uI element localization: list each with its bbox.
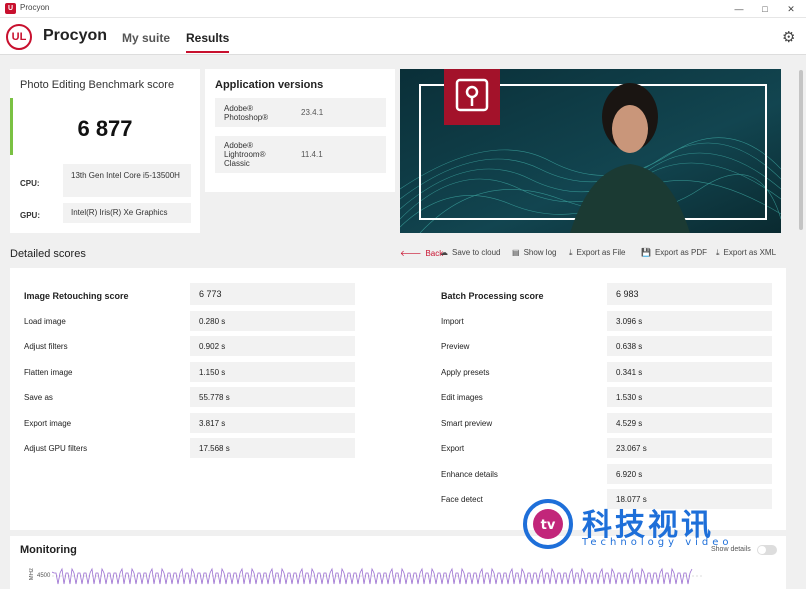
test-value: 4.529 s xyxy=(607,413,772,433)
cpu-value: 13th Gen Intel Core i5-13500H xyxy=(63,164,191,197)
test-label: Smart preview xyxy=(441,419,493,428)
minimize-button[interactable]: — xyxy=(726,1,752,17)
test-label: Adjust GPU filters xyxy=(24,444,88,453)
export-pdf-button[interactable]: 💾 Export as PDF xyxy=(641,248,707,257)
cpu-label: CPU: xyxy=(20,179,40,188)
test-label: Save as xyxy=(24,393,53,402)
svg-text:tv: tv xyxy=(541,518,556,533)
score-card-title: Photo Editing Benchmark score xyxy=(20,79,175,91)
scrollbar-thumb[interactable] xyxy=(799,70,803,230)
back-button[interactable]: 🡐 Back xyxy=(400,248,443,258)
batch-processing-label: Batch Processing score xyxy=(441,291,544,301)
download-icon: ⤓ xyxy=(569,248,573,257)
app-versions-title: Application versions xyxy=(215,79,324,91)
test-value: 1.150 s xyxy=(190,362,355,382)
test-label: Adjust filters xyxy=(24,342,68,351)
arrow-left-icon: 🡐 xyxy=(400,249,422,258)
save-icon: 💾 xyxy=(641,248,651,257)
test-label: Face detect xyxy=(441,495,483,504)
gpu-value: Intel(R) Iris(R) Xe Graphics xyxy=(63,203,191,223)
test-label: Preview xyxy=(441,342,470,351)
tab-my-suite[interactable]: My suite xyxy=(122,31,170,45)
test-label: Export xyxy=(441,444,465,453)
ul-app-icon: U xyxy=(5,3,16,14)
tab-results[interactable]: Results xyxy=(186,31,230,53)
document-icon: ▤ xyxy=(512,248,520,257)
test-label: Export image xyxy=(24,419,72,428)
test-value: 1.530 s xyxy=(607,387,772,407)
test-value: 17.568 s xyxy=(190,438,355,458)
cloud-icon: ☁ xyxy=(440,248,448,257)
app-version-row: Adobe® Lightroom® Classic 11.4.1 xyxy=(215,136,386,173)
download-icon: ⤓ xyxy=(716,248,720,257)
close-button[interactable]: ✕ xyxy=(778,1,804,17)
window-title: Procyon xyxy=(20,3,50,12)
app-name-photoshop: Adobe® Photoshop® xyxy=(224,104,269,122)
gear-icon[interactable]: ⚙ xyxy=(782,28,795,46)
app-version-lightroom: 11.4.1 xyxy=(301,150,323,159)
ul-logo: UL xyxy=(6,24,32,50)
monitoring-y-tick: 4500 xyxy=(37,573,51,579)
window-titlebar: U Procyon — □ ✕ xyxy=(0,0,806,18)
watermark-logo: tv 科技视讯 Technology video xyxy=(520,498,790,553)
monitoring-chart xyxy=(52,567,702,585)
app-version-photoshop: 23.4.1 xyxy=(301,108,324,117)
test-label: Edit images xyxy=(441,393,483,402)
test-label: Apply presets xyxy=(441,368,490,377)
test-value: 0.902 s xyxy=(190,336,355,356)
test-label: Flatten image xyxy=(24,368,73,377)
test-value: 0.341 s xyxy=(607,362,772,382)
detailed-scores-title: Detailed scores xyxy=(10,248,86,260)
test-label: Load image xyxy=(24,317,66,326)
app-version-row: Adobe® Photoshop® 23.4.1 xyxy=(215,98,386,127)
image-retouching-label: Image Retouching score xyxy=(24,291,129,301)
app-name-lightroom: Adobe® Lightroom® Classic xyxy=(224,141,266,168)
test-value: 3.096 s xyxy=(607,311,772,331)
app-name: Procyon xyxy=(43,27,108,44)
test-value: 23.067 s xyxy=(607,438,772,458)
monitoring-y-unit: MHz xyxy=(29,568,35,581)
benchmark-hero-image xyxy=(400,69,781,233)
export-file-button[interactable]: ⤓ Export as File xyxy=(569,248,625,258)
test-label: Enhance details xyxy=(441,470,498,479)
maximize-button[interactable]: □ xyxy=(752,1,778,17)
tv-logo-icon: tv xyxy=(523,499,573,549)
save-to-cloud-button[interactable]: ☁ Save to cloud xyxy=(440,248,500,257)
monitoring-title: Monitoring xyxy=(20,544,77,556)
show-log-button[interactable]: ▤ Show log xyxy=(512,248,556,257)
batch-processing-score: 6 983 xyxy=(607,283,772,305)
test-value: 6.920 s xyxy=(607,464,772,484)
overall-score: 6 877 xyxy=(77,116,133,141)
image-retouching-score: 6 773 xyxy=(190,283,355,305)
test-value: 55.778 s xyxy=(190,387,355,407)
test-value: 0.638 s xyxy=(607,336,772,356)
test-label: Import xyxy=(441,317,464,326)
app-header: UL Procyon My suite Results ⚙ xyxy=(0,18,806,55)
gpu-label: GPU: xyxy=(20,211,40,220)
test-value: 3.817 s xyxy=(190,413,355,433)
watermark-en: Technology video xyxy=(582,537,733,548)
export-xml-button[interactable]: ⤓ Export as XML xyxy=(716,248,776,258)
test-value: 0.280 s xyxy=(190,311,355,331)
